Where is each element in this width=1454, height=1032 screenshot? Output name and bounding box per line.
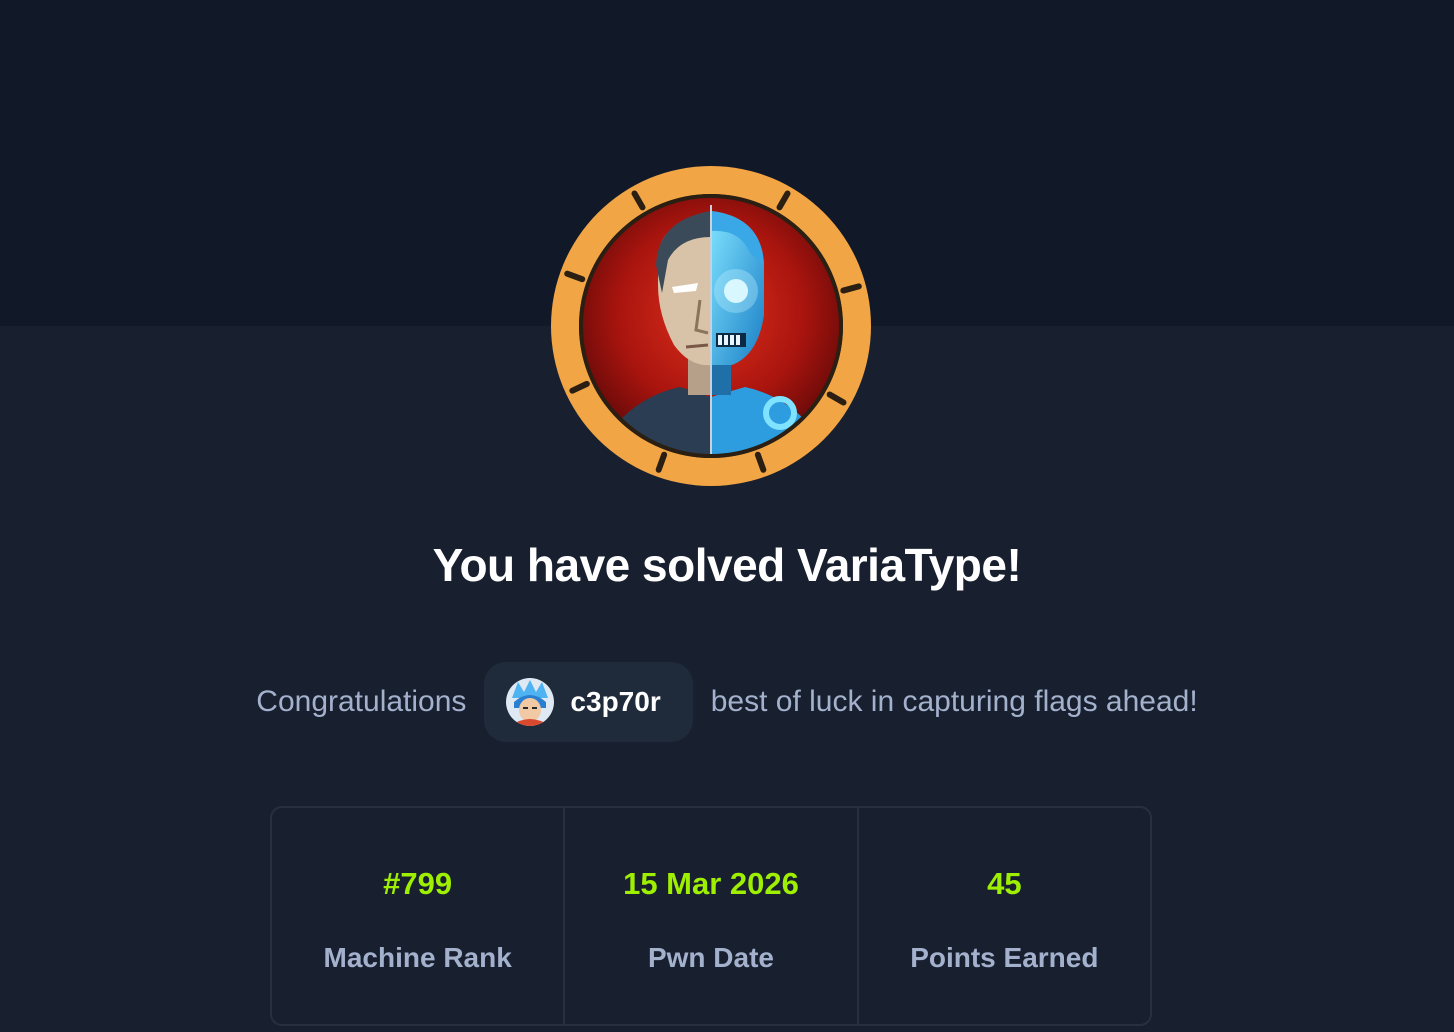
user-chip[interactable]: c3p70r — [484, 662, 693, 742]
stat-pwn-date: 15 Mar 2026 Pwn Date — [563, 808, 856, 1024]
user-avatar-icon — [506, 678, 555, 726]
stat-value: 45 — [987, 866, 1022, 901]
stat-label: Points Earned — [910, 942, 1099, 973]
machine-badge — [550, 165, 872, 487]
stat-label: Pwn Date — [647, 942, 774, 973]
congrats-suffix: best of luck in capturing flags ahead! — [710, 685, 1198, 718]
stat-value: #799 — [383, 866, 453, 901]
congrats-prefix: Congratulations — [256, 685, 467, 718]
stats-panel: #799 Machine Rank 15 Mar 2026 Pwn Date 4… — [270, 806, 1152, 1026]
congrats-row: Congratulations c3p70r best of luck in c… — [0, 662, 1454, 742]
page-title: You have solved VariaType! — [432, 539, 1022, 591]
machine-avatar-icon — [551, 166, 871, 486]
stat-label: Machine Rank — [323, 942, 512, 973]
stat-value: 15 Mar 2026 — [623, 866, 799, 901]
user-name-link[interactable]: c3p70r — [570, 686, 660, 718]
stat-machine-rank: #799 Machine Rank — [272, 808, 563, 1024]
stat-points-earned: 45 Points Earned — [856, 808, 1150, 1024]
